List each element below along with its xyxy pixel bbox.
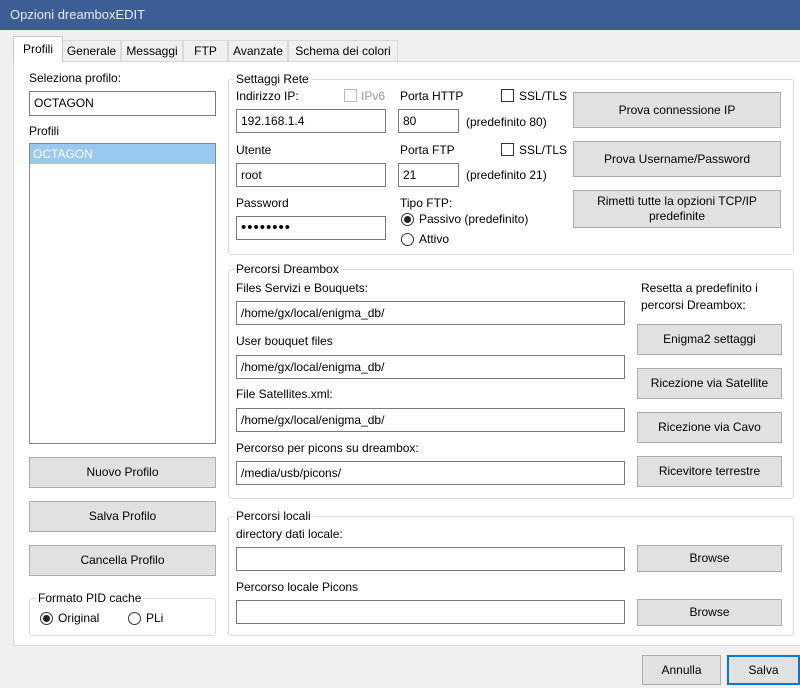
pid-original-label: Original bbox=[58, 611, 100, 625]
new-profile-button[interactable]: Nuovo Profilo bbox=[29, 457, 216, 488]
ftp-passive-label: Passivo (predefinito) bbox=[419, 212, 529, 226]
satellite-reception-button[interactable]: Ricezione via Satellite bbox=[637, 368, 782, 399]
services-path-label: Files Servizi e Bouquets: bbox=[236, 281, 369, 295]
profile-select-input[interactable]: OCTAGON bbox=[29, 91, 216, 116]
pid-cache-title: Formato PID cache bbox=[36, 591, 144, 605]
ftp-port-default: (predefinito 21) bbox=[466, 168, 547, 182]
local-paths-title: Percorsi locali bbox=[234, 509, 313, 523]
tab-profili[interactable]: Profili bbox=[13, 36, 63, 62]
ftp-type-label: Tipo FTP: bbox=[400, 196, 453, 210]
dreambox-paths-title: Percorsi Dreambox bbox=[234, 262, 341, 276]
select-profile-label: Seleziona profilo: bbox=[29, 71, 122, 85]
ip-address-label: Indirizzo IP: bbox=[236, 89, 299, 103]
browse-picons-button[interactable]: Browse bbox=[637, 599, 782, 626]
local-data-dir-label: directory dati locale: bbox=[236, 527, 343, 541]
ipv6-label: IPv6 bbox=[361, 89, 386, 103]
save-button[interactable]: Salva bbox=[727, 655, 800, 685]
pid-original-radio[interactable] bbox=[40, 612, 53, 625]
tab-generale[interactable]: Generale bbox=[62, 40, 121, 62]
ipv6-checkbox[interactable] bbox=[344, 89, 357, 102]
network-settings-title: Settaggi Rete bbox=[234, 72, 311, 86]
ftp-ssl-checkbox[interactable] bbox=[501, 143, 514, 156]
cable-reception-button[interactable]: Ricezione via Cavo bbox=[637, 412, 782, 443]
test-credentials-button[interactable]: Prova Username/Password bbox=[573, 141, 781, 177]
terrestrial-receiver-button[interactable]: Ricevitore terrestre bbox=[637, 456, 782, 487]
tab-ftp[interactable]: FTP bbox=[183, 40, 228, 62]
reset-paths-label: Resetta a predefinito i percorsi Dreambo… bbox=[641, 281, 758, 312]
password-label: Password bbox=[236, 196, 289, 210]
ip-address-input[interactable]: 192.168.1.4 bbox=[236, 109, 386, 133]
local-data-dir-input[interactable] bbox=[236, 547, 625, 571]
local-picons-label: Percorso locale Picons bbox=[236, 580, 359, 594]
http-ssl-label: SSL/TLS bbox=[519, 89, 568, 103]
user-input[interactable]: root bbox=[236, 163, 386, 187]
satellites-path-label: File Satellites.xml: bbox=[236, 387, 333, 401]
userbouquet-path-label: User bouquet files bbox=[236, 334, 333, 348]
test-ip-connection-button[interactable]: Prova connessione IP bbox=[573, 92, 781, 128]
tab-messaggi[interactable]: Messaggi bbox=[121, 40, 183, 62]
profiles-list-label: Profili bbox=[29, 124, 60, 138]
http-port-label: Porta HTTP bbox=[400, 89, 464, 103]
delete-profile-button[interactable]: Cancella Profilo bbox=[29, 545, 216, 576]
http-port-input[interactable]: 80 bbox=[398, 109, 459, 133]
ftp-port-label: Porta FTP bbox=[400, 143, 455, 157]
http-port-default: (predefinito 80) bbox=[466, 115, 547, 129]
cancel-button[interactable]: Annulla bbox=[642, 655, 721, 685]
window-title: Opzioni dreamboxEDIT bbox=[0, 0, 800, 30]
http-ssl-checkbox[interactable] bbox=[501, 89, 514, 102]
picons-path-label: Percorso per picons su dreambox: bbox=[236, 441, 419, 455]
services-path-input[interactable]: /home/gx/local/enigma_db/ bbox=[236, 301, 625, 325]
ftp-ssl-label: SSL/TLS bbox=[519, 143, 568, 157]
ftp-port-input[interactable]: 21 bbox=[398, 163, 459, 187]
password-input[interactable]: •••••••• bbox=[236, 216, 386, 240]
browse-data-dir-button[interactable]: Browse bbox=[637, 545, 782, 572]
picons-path-input[interactable]: /media/usb/picons/ bbox=[236, 461, 625, 485]
save-profile-button[interactable]: Salva Profilo bbox=[29, 501, 216, 532]
local-picons-input[interactable] bbox=[236, 600, 625, 624]
pid-pli-label: PLi bbox=[146, 611, 164, 625]
ftp-active-label: Attivo bbox=[419, 232, 450, 246]
ftp-active-radio[interactable] bbox=[401, 233, 414, 246]
userbouquet-path-input[interactable]: /home/gx/local/enigma_db/ bbox=[236, 355, 625, 379]
list-item[interactable]: OCTAGON bbox=[30, 144, 215, 164]
satellites-path-input[interactable]: /home/gx/local/enigma_db/ bbox=[236, 408, 625, 432]
tab-avanzate[interactable]: Avanzate bbox=[228, 40, 288, 62]
ftp-passive-radio[interactable] bbox=[401, 213, 414, 226]
tab-schema-colori[interactable]: Schema dei colori bbox=[288, 40, 398, 62]
user-label: Utente bbox=[236, 143, 272, 157]
pid-pli-radio[interactable] bbox=[128, 612, 141, 625]
reset-tcpip-button[interactable]: Rimetti tutte la opzioni TCP/IP predefin… bbox=[573, 190, 781, 228]
enigma2-settings-button[interactable]: Enigma2 settaggi bbox=[637, 324, 782, 355]
profiles-listbox[interactable]: OCTAGON bbox=[29, 143, 216, 444]
